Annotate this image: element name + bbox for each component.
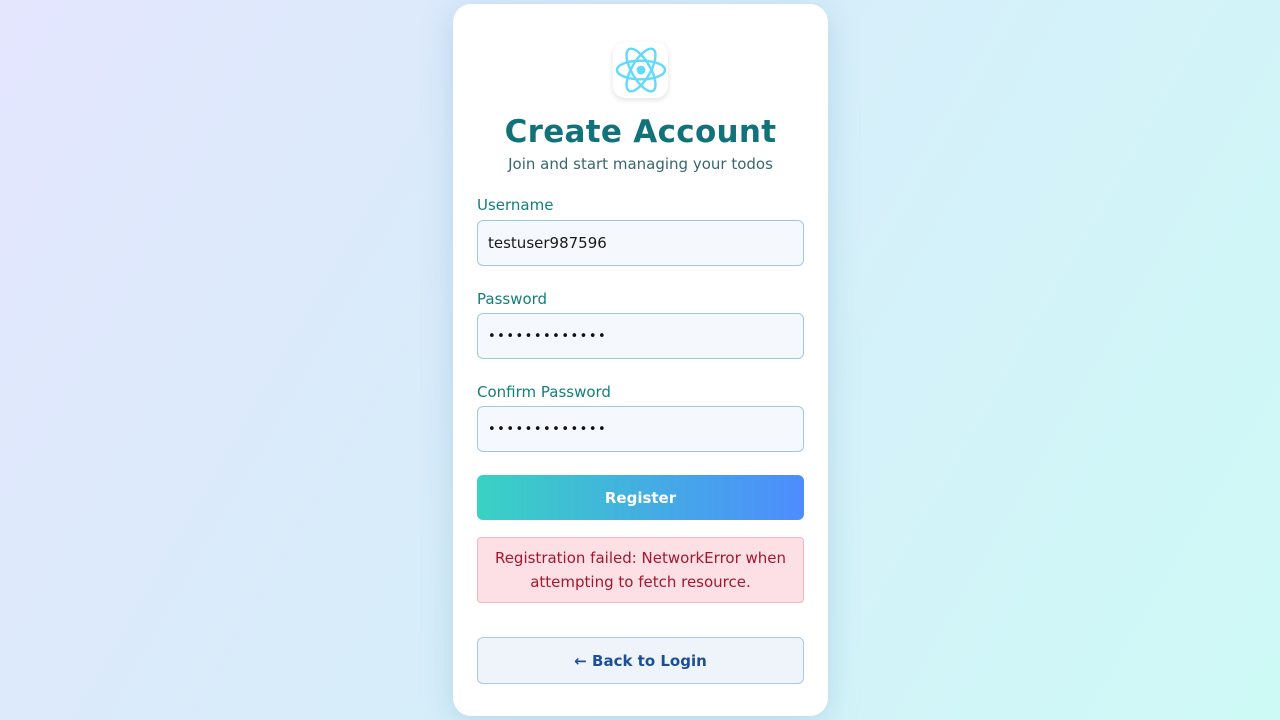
page-subtitle: Join and start managing your todos: [508, 155, 773, 173]
username-input[interactable]: testuser987596: [477, 220, 804, 266]
register-button[interactable]: Register: [477, 475, 804, 520]
confirm-password-input[interactable]: •••••••••••••: [477, 406, 804, 452]
password-label: Password: [477, 290, 548, 308]
error-message: Registration failed: NetworkError when a…: [494, 549, 787, 591]
back-to-login-button[interactable]: ← Back to Login: [477, 637, 804, 684]
password-input[interactable]: •••••••••••••: [477, 313, 804, 359]
confirm-password-label: Confirm Password: [477, 383, 611, 401]
register-card: Create Account Join and start managing y…: [453, 4, 828, 716]
username-label: Username: [477, 196, 554, 214]
error-alert: Registration failed: NetworkError when a…: [477, 537, 804, 603]
react-atom-icon: [613, 42, 668, 98]
page-title: Create Account: [504, 114, 777, 150]
